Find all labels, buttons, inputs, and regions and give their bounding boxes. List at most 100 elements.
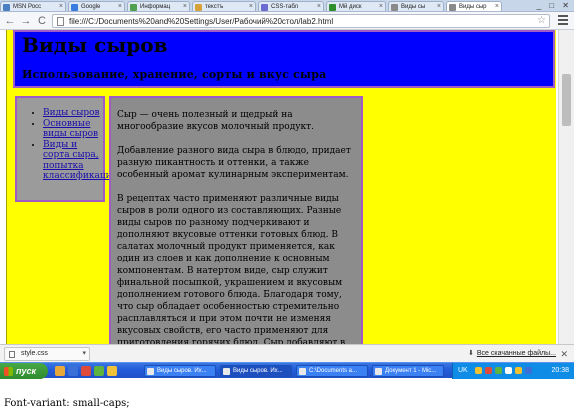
tray-icon[interactable] bbox=[475, 367, 482, 374]
browser-tab[interactable]: Виды сыр × bbox=[446, 1, 502, 11]
page-body: Виды сыров Использование, хранение, сорт… bbox=[6, 30, 556, 344]
start-button[interactable]: пуск bbox=[0, 363, 48, 379]
tab-favicon-icon bbox=[195, 4, 202, 11]
nav-list-item: Виды и сорта сыра, попытка классификации bbox=[43, 140, 118, 182]
reload-button[interactable]: C bbox=[35, 14, 49, 28]
menu-button[interactable] bbox=[558, 15, 568, 25]
browser-tab-strip: MSN Росс × Google × Информац × текстъ × CSS-табл… bbox=[0, 0, 574, 12]
tab-favicon-icon bbox=[391, 4, 398, 11]
tab-label: Информац bbox=[140, 4, 171, 10]
task-app-icon bbox=[223, 368, 230, 375]
back-button[interactable]: ← bbox=[3, 14, 17, 28]
nav-link-main-types[interactable]: Основные виды сыров bbox=[43, 119, 98, 140]
tab-close-icon[interactable]: × bbox=[118, 2, 122, 11]
quick-launch-icon[interactable] bbox=[81, 366, 91, 376]
task-app-icon bbox=[375, 368, 382, 375]
browser-tab[interactable]: Виды сы × bbox=[388, 1, 444, 11]
task-label: C:\Documents a... bbox=[309, 368, 358, 374]
taskbar-task-button[interactable]: Виды сыров. Их... bbox=[144, 365, 216, 377]
task-app-icon bbox=[147, 368, 154, 375]
bookmark-star-icon[interactable]: ☆ bbox=[537, 15, 546, 27]
system-tray: UK 20:38 bbox=[452, 363, 574, 379]
close-icon[interactable]: ✕ bbox=[560, 347, 568, 361]
quick-launch-icon[interactable] bbox=[68, 366, 78, 376]
windows-logo-icon bbox=[4, 367, 13, 376]
tab-close-icon[interactable]: × bbox=[437, 2, 441, 11]
taskbar-task-button[interactable]: Виды сыров. Их... bbox=[220, 365, 292, 377]
windows-taskbar: пуск Виды сыров. Их... Виды сыров. Их... C… bbox=[0, 362, 574, 379]
download-icon: ⬇ bbox=[468, 350, 474, 357]
tab-close-icon[interactable]: × bbox=[249, 2, 253, 11]
tab-label: Виды сы bbox=[401, 4, 426, 10]
tab-label: текстъ bbox=[205, 4, 224, 10]
scrollbar-thumb[interactable] bbox=[562, 74, 571, 126]
tab-label: Google bbox=[81, 4, 101, 10]
all-downloads-link[interactable]: ⬇ Все скачанные файлы... bbox=[468, 347, 556, 361]
tab-label: MSN Росс bbox=[13, 4, 42, 10]
tab-close-icon[interactable]: × bbox=[59, 2, 63, 11]
tray-icon[interactable] bbox=[505, 367, 512, 374]
tab-label: CSS-табл bbox=[271, 4, 299, 10]
quick-launch-icon[interactable] bbox=[107, 366, 117, 376]
tab-label: Виды сыр bbox=[459, 4, 487, 10]
tab-close-icon[interactable]: × bbox=[317, 2, 321, 11]
content-paragraph: Сыр — очень полезный и щедрый на многооб… bbox=[117, 110, 314, 132]
browser-tab[interactable]: текстъ × bbox=[192, 1, 256, 11]
file-icon bbox=[9, 351, 15, 358]
tray-icon[interactable] bbox=[485, 367, 492, 374]
content-paragraph: Добавление разного вида сыра в блюдо, пр… bbox=[117, 146, 351, 180]
tab-close-icon[interactable]: × bbox=[183, 2, 187, 11]
vertical-scrollbar[interactable] bbox=[558, 30, 574, 344]
browser-tab[interactable]: Информац × bbox=[127, 1, 190, 11]
page-header: Виды сыров Использование, хранение, сорт… bbox=[13, 30, 555, 88]
tray-icon[interactable] bbox=[515, 367, 522, 374]
browser-toolbar: ← → C file:///C:/Documents%20and%20Setti… bbox=[0, 12, 574, 30]
task-label: Виды сыров. Их... bbox=[233, 368, 283, 374]
tab-close-icon[interactable]: × bbox=[379, 2, 383, 11]
tab-favicon-icon bbox=[261, 4, 268, 11]
address-bar[interactable]: file:///C:/Documents%20and%20Settings/Us… bbox=[52, 14, 550, 28]
window-controls[interactable]: _ □ ✕ bbox=[537, 0, 572, 11]
start-label: пуск bbox=[16, 366, 37, 376]
sidebar-nav: Виды сыров Основные виды сыров Виды и со… bbox=[15, 96, 118, 202]
task-app-icon bbox=[299, 368, 306, 375]
tab-favicon-icon bbox=[3, 4, 10, 11]
taskbar-task-button[interactable]: Документ 1 - Mic... bbox=[372, 365, 444, 377]
task-label: Виды сыров. Их... bbox=[157, 368, 207, 374]
browser-tab[interactable]: MSN Росс × bbox=[0, 1, 66, 11]
tab-favicon-icon bbox=[449, 4, 456, 11]
page-icon bbox=[57, 17, 64, 26]
nav-list-item: Виды сыров bbox=[43, 108, 103, 119]
browser-tab[interactable]: Мй диск × bbox=[326, 1, 386, 11]
nav-list-item: Основные виды сыров bbox=[43, 119, 103, 140]
language-indicator[interactable]: UK bbox=[458, 363, 468, 379]
page-subtitle: Использование, хранение, сорты и вкус сы… bbox=[22, 68, 327, 81]
nav-link-types[interactable]: Виды сыров bbox=[43, 108, 100, 118]
quick-launch-icon[interactable] bbox=[94, 366, 104, 376]
page-viewport: Виды сыров Использование, хранение, сорт… bbox=[0, 30, 574, 344]
tab-favicon-icon bbox=[329, 4, 336, 11]
tab-favicon-icon bbox=[130, 4, 137, 11]
browser-tab[interactable]: CSS-табл × bbox=[258, 1, 324, 11]
tray-icon[interactable] bbox=[525, 367, 532, 374]
task-label: Документ 1 - Mic... bbox=[385, 368, 437, 374]
browser-tab[interactable]: Google × bbox=[68, 1, 125, 11]
caption-text: Font-variant: small-caps; bbox=[4, 398, 130, 409]
nav-link-classification[interactable]: Виды и сорта сыра, попытка классификации bbox=[43, 140, 118, 182]
page-title: Виды сыров bbox=[22, 33, 168, 57]
main-content: Сыр — очень полезный и щедрый на многооб… bbox=[109, 96, 363, 344]
address-url[interactable]: file:///C:/Documents%20and%20Settings/Us… bbox=[69, 15, 333, 28]
tray-icon[interactable] bbox=[495, 367, 502, 374]
download-filename: style.css bbox=[21, 350, 48, 357]
tab-favicon-icon bbox=[71, 4, 78, 11]
download-item[interactable]: style.css ▾ bbox=[4, 347, 90, 361]
chevron-down-icon[interactable]: ▾ bbox=[82, 348, 86, 360]
taskbar-task-button[interactable]: C:\Documents a... bbox=[296, 365, 368, 377]
download-bar: style.css ▾ ⬇ Все скачанные файлы... ✕ bbox=[0, 344, 574, 362]
forward-button[interactable]: → bbox=[19, 14, 33, 28]
all-downloads-label: Все скачанные файлы... bbox=[476, 350, 556, 357]
content-paragraph: В рецептах часто применяют различные вид… bbox=[117, 194, 346, 344]
quick-launch-icon[interactable] bbox=[55, 366, 65, 376]
tab-close-icon[interactable]: × bbox=[495, 2, 499, 11]
tab-label: Мй диск bbox=[339, 4, 362, 10]
